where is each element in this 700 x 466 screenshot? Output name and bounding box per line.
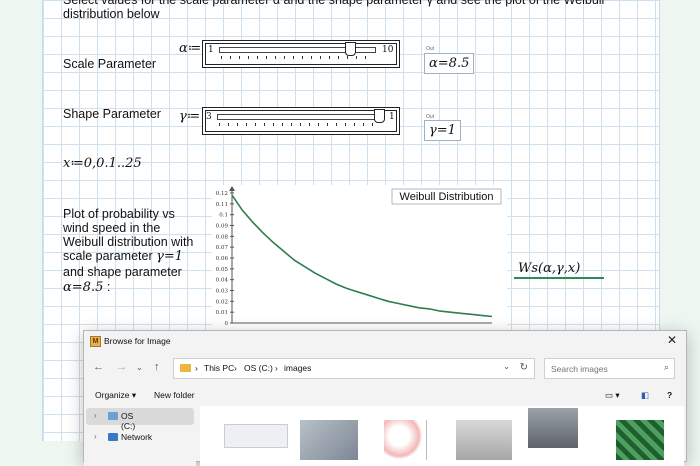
- y-tick-label: 0.07: [216, 245, 229, 251]
- description-line-4-text: scale parameter: [63, 249, 157, 263]
- description-line-2: wind speed in the: [63, 221, 161, 235]
- crumb-separator: ›: [275, 363, 278, 373]
- scale-slider-min: 1: [208, 45, 214, 55]
- back-arrow-icon[interactable]: ←: [93, 361, 104, 373]
- selected-sidebar-highlight: [86, 408, 194, 425]
- crumb-separator: ›: [234, 363, 237, 373]
- image-thumbnail[interactable]: [384, 420, 422, 460]
- search-input[interactable]: [549, 362, 658, 376]
- scale-slider-ticks: [221, 56, 373, 59]
- y-tick-label: 0.08: [216, 234, 229, 240]
- y-tick-label: 0.06: [216, 256, 229, 262]
- drive-icon: [108, 412, 118, 420]
- weibull-plot[interactable]: 0 0.01 0.02 0.03 0.04 0.05 0.06 0.07 0.08 0.09 0.1…: [212, 185, 507, 335]
- chart-title: Weibull Distribution: [400, 191, 494, 203]
- breadcrumb-images[interactable]: images: [284, 363, 311, 373]
- y-tick-label: 0: [225, 321, 229, 327]
- gamma-definition-symbol: γ≔: [179, 109, 201, 124]
- y-tick-label: 0.01: [216, 310, 228, 316]
- y-tick-label: 0.03: [216, 289, 229, 295]
- shape-parameter-label: Shape Parameter: [63, 107, 161, 121]
- close-icon[interactable]: ✕: [667, 333, 677, 347]
- description-line-3: Weibull distribution with: [63, 235, 194, 249]
- y-tick-label: 0.12: [216, 191, 228, 197]
- crumb-separator: ›: [195, 363, 198, 373]
- shape-slider[interactable]: 3 1: [202, 107, 400, 135]
- shape-slider-ticks: [219, 123, 379, 126]
- breadcrumb-os-c[interactable]: OS (C:): [244, 363, 273, 373]
- new-folder-button[interactable]: New folder: [154, 390, 195, 400]
- shape-slider-track[interactable]: [217, 114, 382, 120]
- help-icon[interactable]: ?: [667, 390, 672, 400]
- legend-line: [514, 277, 604, 279]
- image-thumbnail[interactable]: [616, 420, 664, 460]
- shape-slider-thumb[interactable]: [374, 109, 385, 123]
- legend-expression: Ws(α,γ,x): [518, 261, 581, 276]
- y-axis-arrow: [229, 186, 235, 191]
- image-thumbnail[interactable]: [300, 420, 358, 460]
- browse-for-image-dialog[interactable]: M Browse for Image ✕ ← → ⌄ ↑ › This PC ›…: [83, 330, 687, 466]
- folder-icon: [180, 364, 191, 372]
- forward-arrow-icon[interactable]: →: [116, 361, 127, 373]
- image-thumbnail[interactable]: [426, 420, 427, 460]
- search-box[interactable]: ⌕: [544, 358, 675, 379]
- search-icon: ⌕: [663, 362, 669, 372]
- scale-parameter-label: Scale Parameter: [63, 57, 157, 71]
- view-options-icon[interactable]: ▭ ▾: [605, 390, 620, 401]
- image-thumbnail[interactable]: [528, 408, 578, 448]
- organize-button[interactable]: Organize ▾: [95, 390, 136, 401]
- dropdown-chevron-icon[interactable]: ⌄: [503, 362, 510, 371]
- description-line-4: scale parameter γ=1: [63, 249, 183, 264]
- description-line-1: Plot of probability vs: [63, 207, 175, 221]
- gamma-inline-math: γ=1: [156, 249, 184, 264]
- y-tick-label: 0.11: [216, 202, 228, 208]
- app-icon: M: [90, 336, 101, 347]
- weibull-series-line: [231, 194, 493, 318]
- navigation-pane: › OS (C:) › Network: [84, 406, 196, 466]
- dialog-titlebar[interactable]: M Browse for Image ✕: [84, 331, 686, 351]
- file-list[interactable]: [200, 406, 684, 466]
- shape-slider-min: 3: [206, 112, 212, 122]
- chevron-right-icon[interactable]: ›: [94, 432, 97, 441]
- network-icon: [108, 433, 118, 441]
- image-thumbnail[interactable]: [224, 424, 288, 448]
- breadcrumb-this-pc[interactable]: This PC: [204, 363, 234, 373]
- gamma-result: γ=1: [424, 120, 461, 141]
- description-line-5: and shape parameter: [63, 265, 182, 279]
- preview-pane-icon[interactable]: ◧: [641, 390, 649, 401]
- weibull-chart-svg: 0 0.01 0.02 0.03 0.04 0.05 0.06 0.07 0.08 0.09 0.1…: [216, 186, 502, 327]
- scale-out-label: Out: [426, 46, 435, 52]
- chevron-down-icon[interactable]: ⌄: [136, 363, 143, 372]
- y-tick-label: 0.05: [216, 267, 229, 273]
- description-line-6: α=8.5 :: [63, 280, 110, 295]
- address-bar[interactable]: › This PC › OS (C:) › images ⌄ ↻: [173, 358, 535, 379]
- up-arrow-icon[interactable]: ↑: [154, 361, 160, 373]
- image-thumbnail[interactable]: [456, 420, 512, 460]
- navigation-bar: ← → ⌄ ↑ › This PC › OS (C:) › images ⌄ ↻…: [84, 355, 686, 381]
- refresh-icon[interactable]: ↻: [520, 362, 528, 373]
- shape-slider-max: 1: [389, 112, 395, 122]
- y-tick-label: 0.1: [219, 213, 228, 219]
- x-range-definition: x≔0,0.1..25: [63, 156, 142, 171]
- alpha-result: α=8.5: [424, 53, 475, 74]
- chevron-right-icon[interactable]: ›: [94, 411, 97, 420]
- dialog-title: Browse for Image: [104, 336, 171, 346]
- instructions-line-2: distribution below: [63, 7, 160, 21]
- scale-slider[interactable]: 1 10: [202, 40, 400, 68]
- dialog-toolbar: Organize ▾ New folder ▭ ▾ ◧ ?: [84, 386, 686, 406]
- y-tick-label: 0.04: [216, 278, 229, 284]
- sidebar-item-label: OS (C:): [121, 411, 136, 431]
- alpha-definition-symbol: α≔: [179, 41, 202, 56]
- scale-slider-thumb[interactable]: [345, 42, 356, 56]
- y-tick-label: 0.09: [216, 224, 229, 230]
- description-colon: :: [103, 280, 111, 294]
- y-tick-label: 0.02: [216, 299, 228, 305]
- scale-slider-max: 10: [382, 45, 394, 55]
- alpha-inline-math: α=8.5: [63, 280, 104, 295]
